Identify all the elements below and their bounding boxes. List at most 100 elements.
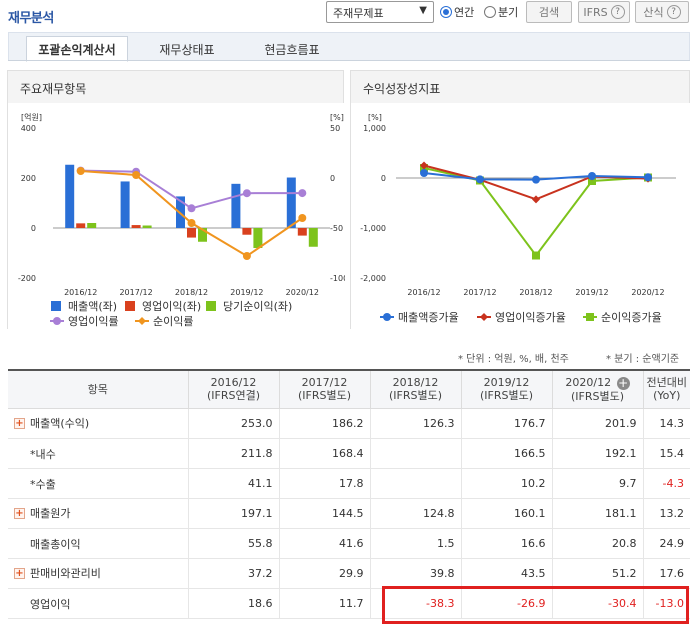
x-tick-label: 2017/12: [119, 288, 152, 297]
bar-매출액(좌): [231, 183, 241, 228]
radio-annual[interactable]: 연간: [440, 4, 474, 20]
legend-net-margin-swatch-marker: [138, 317, 146, 325]
row-label-cell: 영업이익: [8, 588, 188, 619]
expand-plus-icon[interactable]: +: [14, 567, 25, 579]
panel-title: 수익성장성지표: [363, 82, 441, 96]
bar-매출액(좌): [65, 164, 75, 228]
growth-indicators-plot-area: [%] 1,000 0 -1,000 -2,000 2016/12 2017/12 2018…: [351, 103, 691, 330]
y2-tick-label: -100: [330, 274, 345, 283]
radio-checked-icon: [440, 6, 452, 18]
row-label: 판매비와관리비: [30, 567, 101, 580]
page-title: 재무분석: [8, 11, 54, 26]
line-순이익률: [80, 170, 303, 258]
table-cell: 39.8: [369, 558, 461, 589]
bar-매출액(좌): [286, 177, 296, 228]
point-순이익증가율: [532, 251, 540, 260]
bar-영업이익(좌): [242, 228, 252, 235]
row-label: *내수: [30, 448, 56, 461]
highlight-box: [382, 586, 689, 624]
bar-영업이익(좌): [297, 228, 307, 236]
legend-operating-income-growth-swatch-marker: [480, 313, 488, 321]
x-tick-label: 2019/12: [575, 288, 608, 297]
formula-help-button[interactable]: 산식 ?: [635, 1, 689, 23]
table-cell: 37.2: [187, 558, 279, 589]
y2-tick-label: -50: [330, 224, 343, 233]
statement-tabs: 포괄손익계산서 재무상태표 현금흐름표: [8, 32, 690, 62]
legend-operating-margin-label: 영업이익률: [68, 315, 119, 328]
y-tick-label: 400: [21, 124, 36, 133]
point-매출액증가율: [420, 169, 428, 177]
radio-quarter[interactable]: 분기: [484, 4, 518, 20]
legend-sales-label: 매출액(좌): [68, 300, 117, 313]
point-영업이익률: [298, 189, 307, 198]
growth-indicators-chart: [%] 1,000 0 -1,000 -2,000 2016/12 2017/12 2018…: [360, 113, 676, 324]
column-header: 2019/12 (IFRS별도): [460, 369, 553, 409]
search-button[interactable]: 검색: [526, 1, 572, 23]
legend-operating-income-growth-label: 영업이익증가율: [495, 311, 566, 324]
bar-영업이익(좌): [76, 223, 86, 228]
table-cell: 43.5: [460, 558, 552, 589]
column-header: 전년대비 (YoY): [642, 369, 690, 409]
row-label-cell[interactable]: + 매출액(수익): [8, 408, 188, 439]
table-row: 매출총이익 55.8 41.6 1.5 16.6 20.8 24.9: [8, 528, 690, 559]
axis-unit: [%]: [368, 113, 382, 122]
bar-당기순이익(좌): [87, 223, 97, 228]
x-tick-label: 2016/12: [64, 288, 97, 297]
x-tick-label: 2020/12: [286, 288, 319, 297]
point-순이익률: [298, 214, 307, 222]
table-cell: 55.8: [187, 528, 279, 559]
statement-type-select[interactable]: 주재무제표 ▼: [326, 1, 434, 23]
expand-plus-icon[interactable]: +: [14, 507, 25, 519]
row-label-cell[interactable]: + 매출원가: [8, 498, 188, 529]
bar-영업이익(좌): [131, 225, 141, 228]
key-financials-plot-area: [억원] [%] 400 200 0 -200 50 0 -50 -100 2016/12 201…: [8, 103, 348, 330]
table-cell: 166.5: [460, 438, 552, 469]
bar-당기순이익(좌): [142, 225, 152, 228]
table-cell: [369, 468, 461, 499]
ifrs-help-button[interactable]: IFRS ?: [578, 1, 630, 23]
table-cell: 14.3: [642, 408, 690, 439]
row-label: 매출액(수익): [30, 417, 90, 430]
point-순이익률: [187, 219, 196, 227]
tab-divider: [8, 60, 690, 61]
x-tick-label: 2018/12: [175, 288, 208, 297]
add-column-icon[interactable]: +: [616, 376, 630, 390]
point-매출액증가율: [476, 175, 484, 184]
row-label: *수출: [30, 478, 56, 491]
table-cell: [369, 438, 461, 469]
question-icon: ?: [610, 5, 625, 19]
table-header-row: 항목 2016/12 (IFRS연결) 2017/12 (IFRS별도) 2018/…: [8, 369, 690, 409]
table-cell: -4.3: [642, 468, 690, 499]
column-header: 2020/12 + (IFRS별도): [551, 369, 644, 409]
left-axis-unit: [억원]: [21, 112, 42, 122]
legend-sales-swatch: [51, 301, 61, 311]
column-header: 항목: [8, 369, 189, 409]
table-cell: 253.0: [187, 408, 279, 439]
table-cell: 24.9: [642, 528, 690, 559]
table-row: + 판매비와관리비 37.2 29.9 39.8 43.5 51.2 17.6: [8, 558, 690, 589]
point-영업이익률: [187, 204, 196, 213]
tab-balance-sheet[interactable]: 재무상태표: [141, 36, 233, 62]
expand-plus-icon[interactable]: +: [14, 417, 25, 429]
legend-sales-growth-swatch-marker: [383, 313, 391, 321]
tab-income-statement[interactable]: 포괄손익계산서: [26, 36, 128, 62]
table-row: *수출 41.1 17.8 10.2 9.7 -4.3: [8, 468, 690, 499]
legend-net-income-label: 당기순이익(좌): [223, 300, 292, 313]
legend-operating-margin-swatch-marker: [53, 317, 61, 325]
table-cell: 15.4: [642, 438, 690, 469]
row-label-cell[interactable]: + 판매비와관리비: [8, 558, 188, 589]
tab-cash-flow[interactable]: 현금흐름표: [246, 36, 338, 62]
panel-title: 주요재무항목: [20, 82, 87, 96]
x-tick-label: 2020/12: [631, 288, 664, 297]
radio-annual-label: 연간: [454, 6, 475, 19]
y2-tick-label: 0: [330, 174, 335, 183]
table-cell: 18.6: [187, 588, 279, 619]
table-cell: 126.3: [369, 408, 461, 439]
y-tick-label: 1,000: [363, 124, 386, 133]
table-cell: 29.9: [278, 558, 370, 589]
y-tick-label: 0: [31, 224, 36, 233]
column-header: 2017/12 (IFRS별도): [278, 369, 371, 409]
y-tick-label: -1,000: [360, 224, 386, 233]
right-axis-unit: [%]: [330, 113, 344, 122]
x-tick-label: 2016/12: [407, 288, 440, 297]
